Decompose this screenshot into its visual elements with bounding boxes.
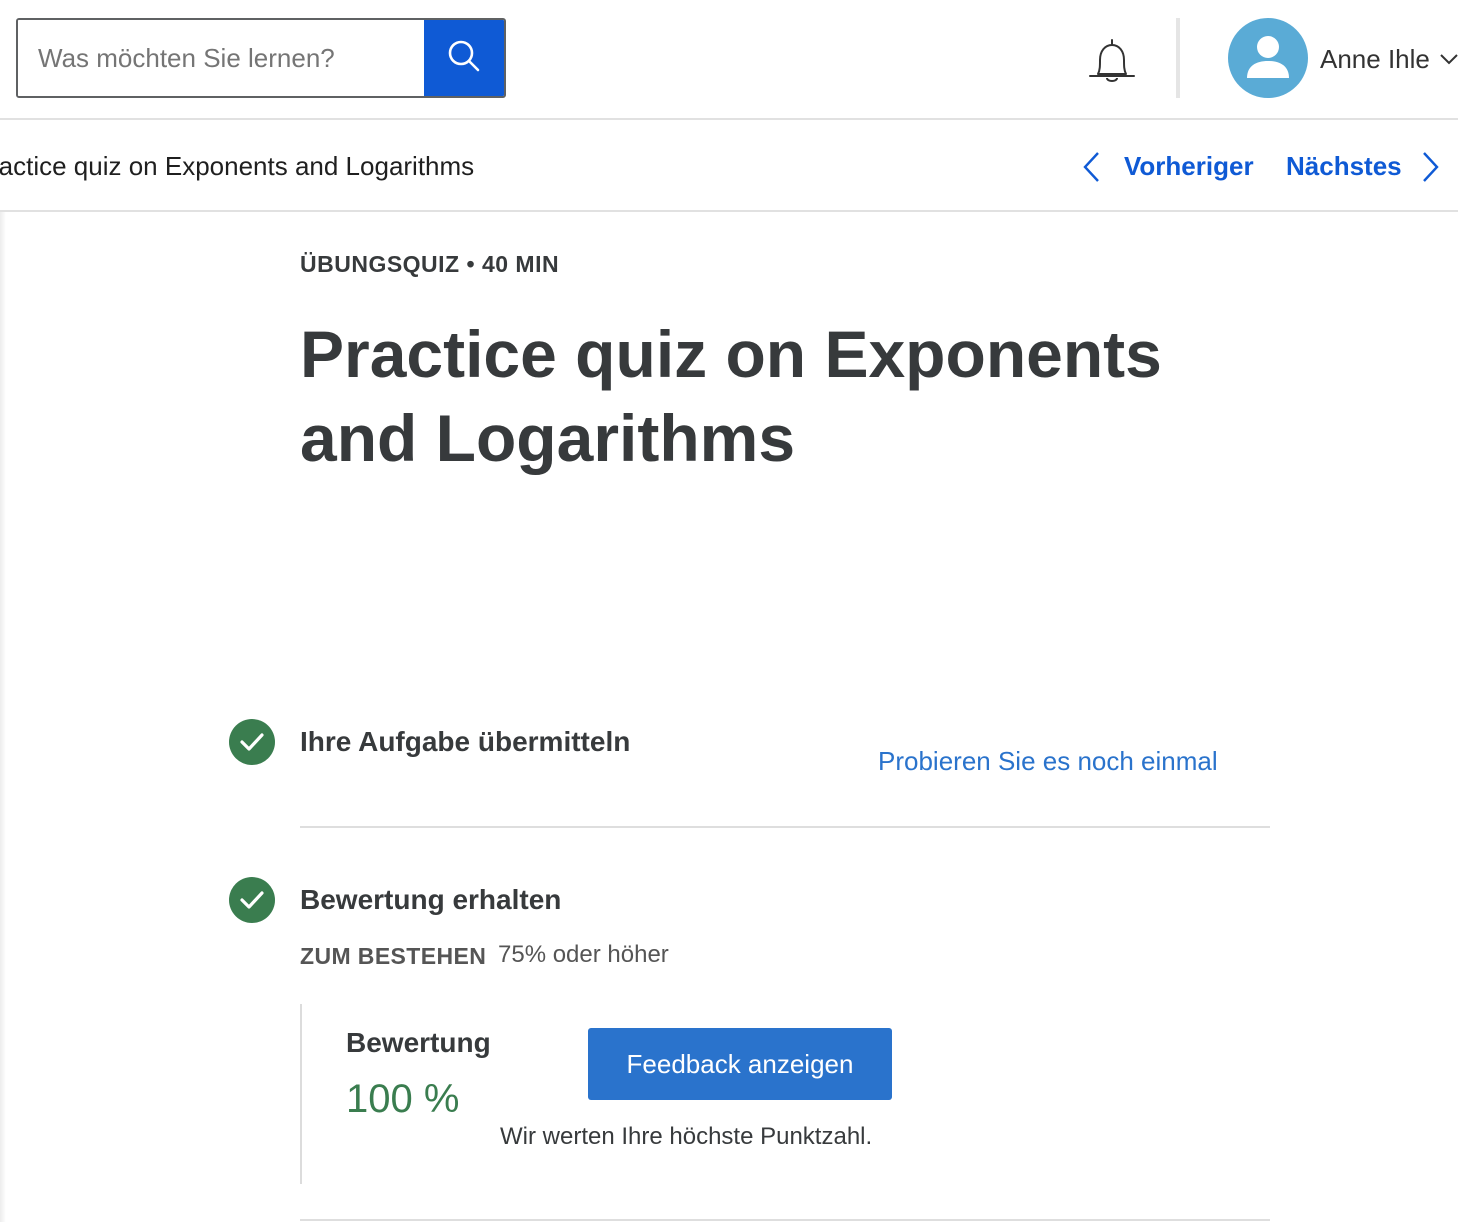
grade-label: Bewertung [346, 1027, 491, 1058]
highest-score-note: Wir werten Ihre höchste Punktzahl. [500, 1123, 873, 1150]
chevron-right-icon[interactable] [1418, 150, 1442, 184]
top-header: Anne Ihle [0, 0, 1458, 120]
bell-icon[interactable] [1086, 36, 1138, 88]
avatar[interactable] [1228, 18, 1308, 98]
next-button[interactable]: Nächstes [1286, 148, 1402, 184]
user-name[interactable]: Anne Ihle [1320, 40, 1430, 78]
divider [300, 1219, 1270, 1221]
step-grade-title: Bewertung erhalten [300, 884, 562, 915]
sidebar-edge [0, 212, 6, 1222]
search-button[interactable] [424, 20, 504, 96]
chevron-left-icon[interactable] [1080, 150, 1104, 184]
check-icon [229, 877, 275, 923]
item-nav-bar: ractice quiz on Exponents and Logarithms… [0, 120, 1458, 212]
retry-link[interactable]: Probieren Sie es noch einmal [878, 742, 1218, 780]
breadcrumb: ractice quiz on Exponents and Logarithms [0, 151, 475, 181]
chevron-down-icon[interactable] [1438, 50, 1458, 68]
search-input[interactable] [18, 20, 428, 96]
view-feedback-button[interactable]: Feedback anzeigen [588, 1028, 892, 1100]
pass-label: ZUM BESTEHEN [300, 943, 487, 969]
check-icon [229, 719, 275, 765]
step-submit-title: Ihre Aufgabe übermitteln [300, 726, 631, 757]
item-meta: ÜBUNGSQUIZ • 40 MIN [300, 251, 560, 277]
search-bar [16, 18, 506, 98]
page-title: Practice quiz on Exponents and Logarithm… [300, 317, 1162, 475]
grade-value: 100 % [346, 1077, 460, 1121]
pass-value: 75% oder höher [498, 941, 669, 968]
previous-button[interactable]: Vorheriger [1124, 148, 1254, 184]
header-divider [1176, 18, 1180, 98]
divider [300, 826, 1270, 828]
user-icon [1228, 18, 1308, 98]
search-icon [447, 39, 481, 78]
